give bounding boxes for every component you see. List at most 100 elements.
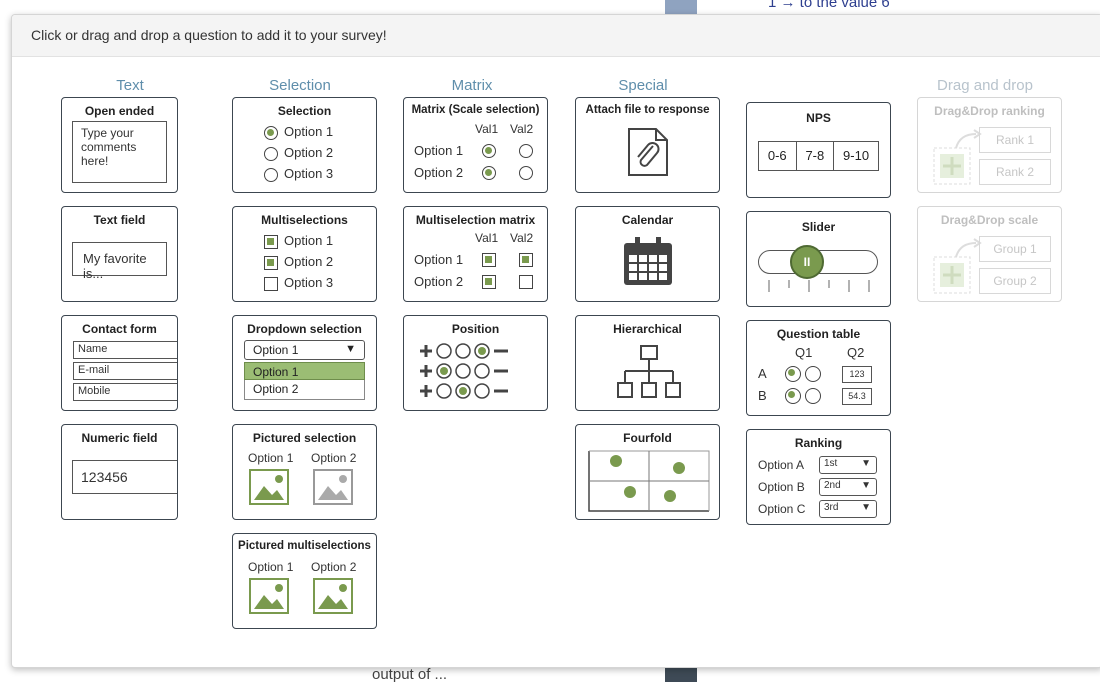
image-icon bbox=[313, 469, 353, 505]
open-ended-card[interactable]: Open ended Type your comments here! bbox=[61, 97, 178, 193]
row1 bbox=[420, 343, 508, 359]
card-title: Dropdown selection bbox=[247, 322, 362, 336]
table-column-label: Q2 bbox=[847, 345, 865, 360]
column-title-text: Text bbox=[116, 77, 144, 94]
selection-card[interactable]: Selection Option 1 Option 2 Option 3 bbox=[232, 97, 377, 193]
drag-drop-scale-card: Drag&Drop scale Group 1 Group 2 bbox=[917, 206, 1062, 302]
matrix-column-label: Val1 bbox=[475, 231, 499, 245]
card-title: Open ended bbox=[84, 104, 155, 118]
matrix-column-label: Val2 bbox=[510, 231, 534, 245]
fourfold-card[interactable]: Fourfold bbox=[575, 424, 720, 520]
background-image-fragment bbox=[665, 0, 697, 14]
group-slot: Group 1 bbox=[979, 236, 1051, 262]
dropdown-selection-card[interactable]: Dropdown selection Option 1 ▼ Option 1 O… bbox=[232, 315, 377, 411]
pictured-multiselections-card[interactable]: Pictured multiselections Option 1 Option… bbox=[232, 533, 377, 629]
drag-drop-ranking-card: Drag&Drop ranking Rank 1 Rank 2 bbox=[917, 97, 1062, 193]
name-field-preview: Name bbox=[73, 341, 177, 359]
column-title-special: Special bbox=[618, 77, 668, 94]
matrix-row-label: Option 1 bbox=[414, 252, 464, 267]
checkbox-option: Option 3 bbox=[264, 275, 333, 291]
radio-icon bbox=[519, 144, 533, 158]
radio-selected-icon bbox=[264, 125, 278, 140]
radio-selected-icon bbox=[482, 166, 496, 180]
text-field-card[interactable]: Text field My favorite is... bbox=[61, 206, 178, 302]
radio-selected-icon bbox=[785, 388, 801, 404]
card-title: Slider bbox=[801, 220, 836, 234]
card-title: Drag&Drop scale bbox=[940, 213, 1039, 227]
question-type-popup: Click or drag and drop a question to add… bbox=[11, 14, 1100, 668]
checkbox-option: Option 2 bbox=[264, 254, 333, 270]
card-title: NPS bbox=[806, 111, 831, 125]
card-title: Position bbox=[451, 322, 500, 336]
calendar-card[interactable]: Calendar bbox=[575, 206, 720, 302]
email-field-preview: E-mail bbox=[73, 362, 177, 380]
drag-move-icon bbox=[933, 129, 982, 185]
card-title: Selection bbox=[277, 104, 332, 118]
multiselections-card[interactable]: Multiselections Option 1 Option 2 Option… bbox=[232, 206, 377, 302]
card-title: Multiselection matrix bbox=[415, 213, 536, 227]
position-scale-icon bbox=[420, 343, 508, 399]
card-title: Numeric field bbox=[81, 431, 158, 445]
picture-option-label: Option 1 bbox=[248, 560, 294, 574]
rank-slot: Rank 2 bbox=[979, 159, 1051, 185]
contact-form-card[interactable]: Contact form Name E-mail Mobile bbox=[61, 315, 178, 411]
card-title: Calendar bbox=[621, 213, 674, 227]
card-title: Multiselections bbox=[261, 213, 348, 227]
numeric-field-card[interactable]: Numeric field 123456 bbox=[61, 424, 178, 520]
checkbox-checked-icon bbox=[264, 234, 278, 249]
attach-file-card[interactable]: Attach file to response bbox=[575, 97, 720, 193]
nps-segment: 7-8 bbox=[797, 142, 835, 170]
nps-scale-preview: 0-6 7-8 9-10 bbox=[758, 141, 879, 171]
nps-card[interactable]: NPS 0-6 7-8 9-10 bbox=[746, 102, 891, 198]
matrix-scale-card[interactable]: Matrix (Scale selection) Val1 Val2 Optio… bbox=[403, 97, 548, 193]
checkbox-checked-icon bbox=[482, 253, 496, 267]
multiselection-matrix-card[interactable]: Multiselection matrix Val1 Val2 Option 1… bbox=[403, 206, 548, 302]
checkbox-icon bbox=[519, 275, 533, 289]
image-selected-icon bbox=[313, 578, 353, 614]
drag-move-icon bbox=[933, 238, 982, 294]
table-row-label: B bbox=[758, 388, 767, 403]
ranking-row-label: Option A bbox=[758, 458, 805, 472]
card-title: Pictured multiselections bbox=[238, 540, 371, 552]
dropdown-option: Option 2 bbox=[244, 380, 365, 400]
dropdown-option-highlighted: Option 1 bbox=[244, 362, 365, 380]
card-title: Text field bbox=[93, 213, 146, 227]
nps-segment: 9-10 bbox=[843, 148, 870, 163]
question-table-card[interactable]: Question table Q1 Q2 A B 123 54.3 bbox=[746, 320, 891, 416]
column-title-drag-and-drop: Drag and drop bbox=[937, 77, 1033, 94]
dropdown-arrow-icon: ▼ bbox=[861, 480, 871, 491]
card-title: Pictured selection bbox=[252, 431, 357, 445]
table-value-cell: 54.3 bbox=[842, 388, 872, 405]
hierarchy-tree-icon bbox=[617, 345, 681, 398]
position-card[interactable]: Position bbox=[403, 315, 548, 411]
pictured-selection-card[interactable]: Pictured selection Option 1 Option 2 bbox=[232, 424, 377, 520]
rank-slot: Rank 1 bbox=[979, 127, 1051, 153]
checkbox-icon bbox=[264, 276, 278, 291]
radio-icon bbox=[519, 166, 533, 180]
numeric-input-preview: 123456 bbox=[72, 460, 177, 494]
mobile-field-preview: Mobile bbox=[73, 383, 177, 401]
table-column-label: Q1 bbox=[795, 345, 813, 360]
rank-dropdown-preview: 3rd ▼ bbox=[819, 500, 877, 518]
card-title: Contact form bbox=[82, 322, 157, 336]
radio-option: Option 1 bbox=[264, 124, 333, 140]
hierarchical-card[interactable]: Hierarchical bbox=[575, 315, 720, 411]
radio-icon bbox=[264, 146, 278, 161]
card-title: Question table bbox=[776, 327, 861, 341]
slider-card[interactable]: Slider II bbox=[746, 211, 891, 307]
background-text: output of ... bbox=[372, 666, 448, 683]
ranking-card[interactable]: Ranking Option A Option B Option C 1st ▼ … bbox=[746, 429, 891, 525]
matrix-row-label: Option 2 bbox=[414, 165, 464, 180]
paperclip-document-icon bbox=[628, 128, 668, 176]
matrix-row-label: Option 1 bbox=[414, 143, 464, 158]
matrix-row-label: Option 2 bbox=[414, 274, 464, 289]
checkbox-option: Option 1 bbox=[264, 233, 333, 249]
radio-icon bbox=[264, 167, 278, 182]
checkbox-checked-icon bbox=[482, 275, 496, 289]
radio-selected-icon bbox=[482, 144, 496, 158]
card-title: Attach file to response bbox=[585, 104, 710, 116]
radio-selected-icon bbox=[785, 366, 801, 382]
background-link-text: 1 → to the value 6 bbox=[768, 0, 890, 11]
radio-option: Option 2 bbox=[264, 145, 333, 161]
card-title: Matrix (Scale selection) bbox=[411, 104, 540, 116]
